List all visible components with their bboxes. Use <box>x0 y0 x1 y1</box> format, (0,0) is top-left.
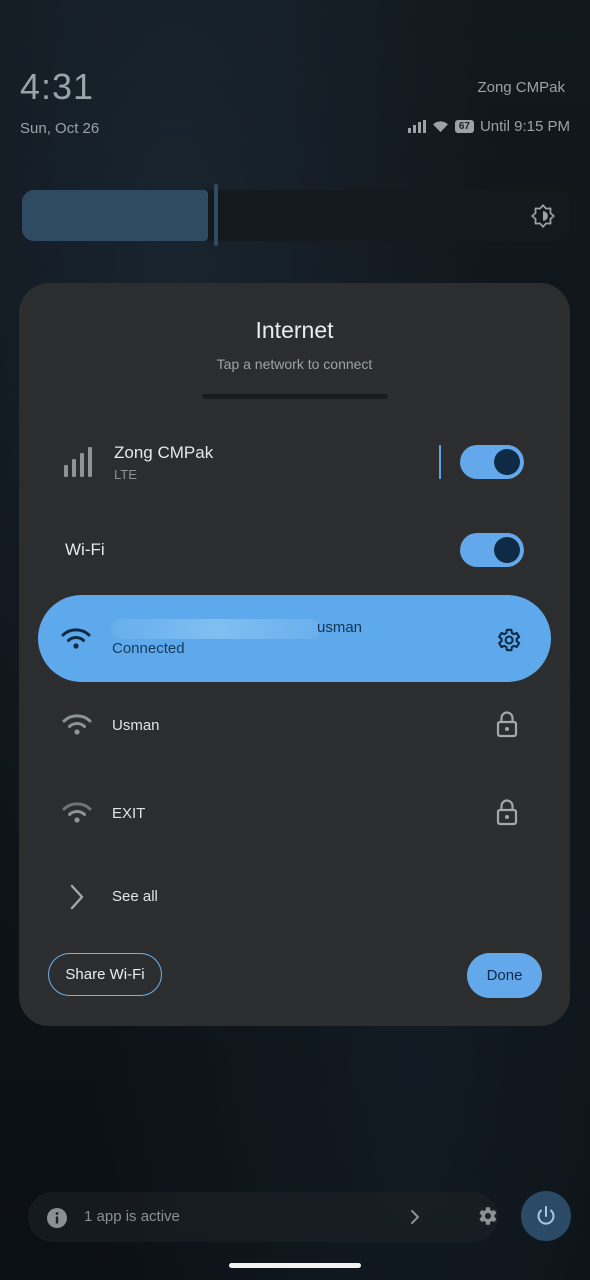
done-button[interactable]: Done <box>467 953 542 998</box>
share-wifi-button[interactable]: Share Wi-Fi <box>48 953 162 996</box>
brightness-slider-thumb[interactable] <box>214 184 218 246</box>
chevron-right-icon[interactable] <box>68 883 86 911</box>
mobile-network-type: LTE <box>114 467 137 482</box>
redacted-ssid <box>111 619 321 639</box>
connected-status: Connected <box>112 640 185 657</box>
active-apps-text: 1 app is active <box>84 1208 180 1225</box>
see-all-link[interactable]: See all <box>112 888 158 905</box>
toggle-knob <box>494 449 520 475</box>
chevron-right-icon <box>411 1210 419 1224</box>
brightness-icon <box>531 204 555 228</box>
power-icon <box>537 1206 555 1225</box>
clock: 4:31 <box>20 66 95 107</box>
wifi-label: Wi-Fi <box>65 540 105 559</box>
lock-icon <box>496 799 518 826</box>
lock-icon <box>496 711 518 738</box>
status-icons: 67 Until 9:15 PM <box>407 118 570 135</box>
dialog-subtitle: Tap a network to connect <box>216 356 373 372</box>
toggle-knob <box>494 537 520 563</box>
settings-gear-icon[interactable] <box>475 1204 499 1228</box>
wifi-icon <box>62 802 92 823</box>
brightness-slider-fill <box>22 190 208 241</box>
internet-dialog: Internet Tap a network to connect Zong C… <box>19 283 570 1026</box>
carrier-name: Zong CMPak <box>477 79 565 96</box>
cell-signal-icon <box>64 447 92 477</box>
connected-network-name: usman <box>317 619 363 636</box>
home-gesture-bar[interactable] <box>229 1263 361 1268</box>
cell-signal-icon <box>407 120 426 133</box>
power-button[interactable] <box>521 1191 571 1241</box>
gear-icon[interactable] <box>494 626 522 654</box>
wifi-icon <box>62 714 92 735</box>
battery-icon: 67 <box>454 120 474 133</box>
network-item-usman[interactable]: Usman <box>19 701 570 749</box>
wifi-status-icon <box>432 121 448 133</box>
wifi-icon <box>61 628 91 649</box>
info-icon <box>47 1208 67 1228</box>
network-name: EXIT <box>112 805 146 822</box>
date: Sun, Oct 26 <box>20 120 100 137</box>
divider <box>439 445 441 479</box>
dialog-title: Internet <box>255 317 334 343</box>
network-item-exit[interactable]: EXIT <box>19 789 570 837</box>
mobile-data-toggle[interactable] <box>460 445 524 479</box>
wifi-toggle[interactable] <box>460 533 524 567</box>
scan-progress-bar <box>202 394 388 399</box>
network-name: Usman <box>112 717 160 734</box>
battery-estimate: Until 9:15 PM <box>479 118 570 135</box>
mobile-network-name[interactable]: Zong CMPak <box>114 443 213 463</box>
